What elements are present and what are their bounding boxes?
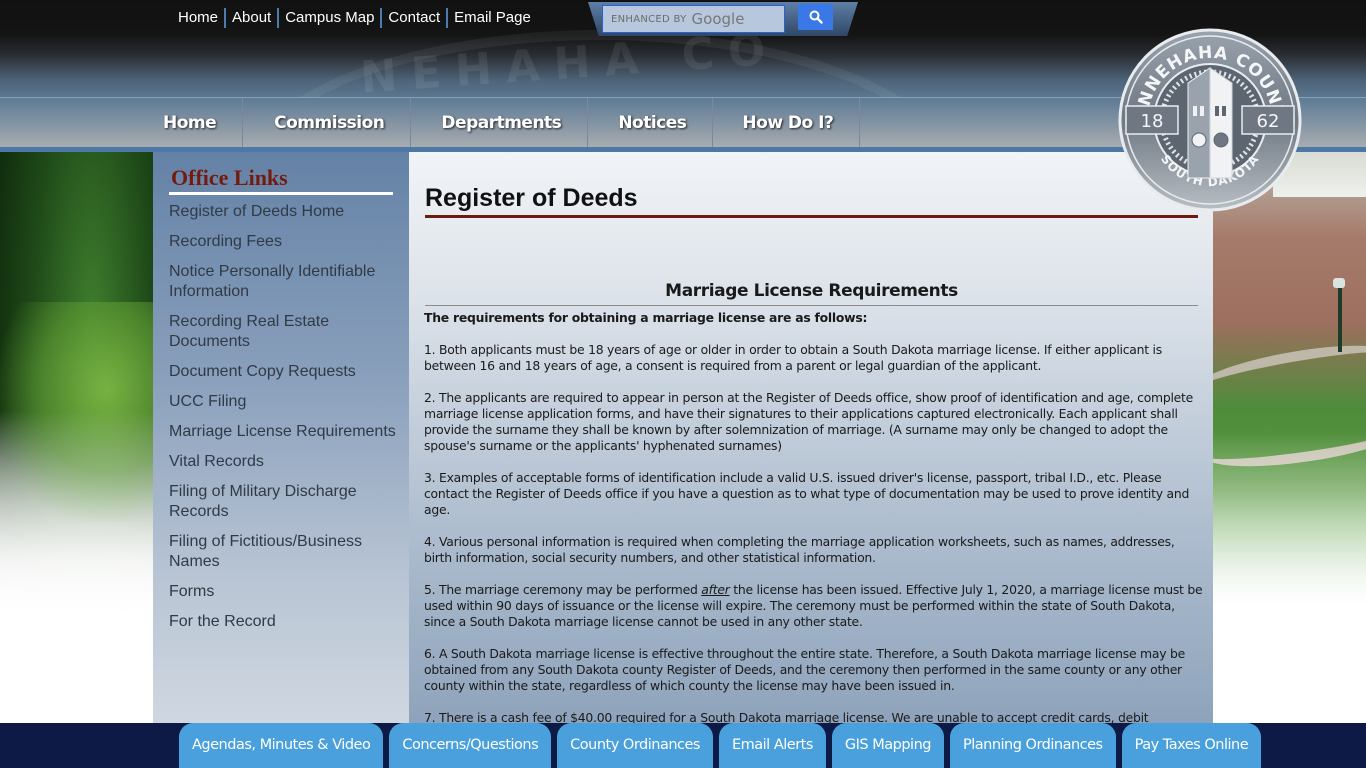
quick-link-agendas[interactable]: Agendas, Minutes & Video bbox=[179, 723, 384, 768]
search-icon bbox=[809, 10, 823, 24]
sidebar-item-vital-records[interactable]: Vital Records bbox=[169, 452, 397, 472]
sidebar-item-fictitious-business-names[interactable]: Filing of Fictitious/Business Names bbox=[169, 532, 397, 572]
quick-link-email-alerts[interactable]: Email Alerts bbox=[718, 723, 826, 768]
sidebar-divider bbox=[169, 192, 393, 195]
sidebar-item-marriage-license[interactable]: Marriage License Requirements bbox=[169, 422, 397, 442]
main-nav-departments[interactable]: Departments bbox=[411, 98, 589, 148]
requirement-paragraph: 6. A South Dakota marriage license is ef… bbox=[424, 646, 1185, 693]
quick-link-county-ordinances[interactable]: County Ordinances bbox=[557, 723, 713, 768]
photo-path bbox=[1213, 334, 1366, 410]
seal-year-right: 62 bbox=[1257, 111, 1280, 132]
county-seal-logo[interactable]: MINNEHAHA COUNTY SOUTH DAKOTA 18 62 bbox=[1118, 28, 1302, 212]
photo-lamppost bbox=[1338, 282, 1342, 352]
search-button[interactable] bbox=[798, 4, 833, 30]
search-placeholder-brand: Google bbox=[691, 10, 745, 28]
section-divider bbox=[425, 305, 1198, 306]
utility-link-campus-map[interactable]: Campus Map bbox=[277, 8, 380, 28]
page-title: Register of Deeds bbox=[425, 184, 638, 212]
sidebar-item-recording-real-estate[interactable]: Recording Real Estate Documents bbox=[169, 312, 397, 352]
office-links-sidebar: Office Links Register of Deeds Home Reco… bbox=[153, 152, 409, 723]
sidebar-title: Office Links bbox=[171, 165, 288, 190]
sidebar-item-register-of-deeds-home[interactable]: Register of Deeds Home bbox=[169, 202, 397, 222]
sidebar-item-forms[interactable]: Forms bbox=[169, 582, 397, 602]
utility-link-contact[interactable]: Contact bbox=[380, 8, 446, 28]
utility-nav: Home About Campus Map Contact Email Page bbox=[172, 8, 537, 28]
search-input[interactable]: ENHANCED BY Google bbox=[602, 5, 785, 33]
sidebar-item-for-the-record[interactable]: For the Record bbox=[169, 612, 397, 632]
requirements-intro: The requirements for obtaining a marriag… bbox=[424, 310, 868, 325]
utility-link-about[interactable]: About bbox=[224, 8, 277, 28]
quick-link-concerns[interactable]: Concerns/Questions bbox=[389, 723, 552, 768]
quick-link-pay-taxes[interactable]: Pay Taxes Online bbox=[1121, 723, 1262, 768]
sidebar-list: Register of Deeds Home Recording Fees No… bbox=[169, 202, 397, 642]
sidebar-item-ucc-filing[interactable]: UCC Filing bbox=[169, 392, 397, 412]
seal-year-left: 18 bbox=[1141, 111, 1164, 132]
main-content: Register of Deeds Marriage License Requi… bbox=[409, 152, 1213, 723]
p5-prefix: 5. The marriage ceremony may be performe… bbox=[424, 582, 702, 597]
title-divider bbox=[425, 215, 1198, 218]
sidebar-item-military-discharge[interactable]: Filing of Military Discharge Records bbox=[169, 482, 397, 522]
requirement-paragraph: 3. Examples of acceptable forms of ident… bbox=[424, 470, 1190, 517]
requirement-paragraph: 7. There is a cash fee of $40.00 require… bbox=[424, 710, 1149, 723]
section-heading: Marriage License Requirements bbox=[665, 281, 958, 301]
main-nav-commission[interactable]: Commission bbox=[243, 98, 412, 148]
main-nav-notices[interactable]: Notices bbox=[588, 98, 714, 148]
sidebar-item-notice-pii[interactable]: Notice Personally Identifiable Informati… bbox=[169, 262, 397, 302]
requirement-paragraph: 5. The marriage ceremony may be performe… bbox=[424, 582, 1204, 630]
main-nav-home[interactable]: Home bbox=[145, 98, 244, 148]
background-photo-falls-park bbox=[1213, 152, 1366, 722]
photo-fade bbox=[0, 412, 153, 722]
quick-link-gis-mapping[interactable]: GIS Mapping bbox=[831, 723, 944, 768]
utility-link-email-page[interactable]: Email Page bbox=[446, 8, 537, 28]
requirement-paragraph: 4. Various personal information is requi… bbox=[424, 534, 1175, 565]
search-placeholder-prefix: ENHANCED BY bbox=[611, 13, 687, 25]
utility-link-home[interactable]: Home bbox=[172, 8, 224, 28]
quick-link-planning-ordinances[interactable]: Planning Ordinances bbox=[949, 723, 1116, 768]
photo-fade bbox=[1213, 432, 1366, 722]
requirements-text: The requirements for obtaining a marriag… bbox=[424, 310, 1204, 723]
sidebar-item-document-copy-requests[interactable]: Document Copy Requests bbox=[169, 362, 397, 382]
requirement-paragraph: 2. The applicants are required to appear… bbox=[424, 390, 1194, 453]
main-nav-how-do-i[interactable]: How Do I? bbox=[713, 98, 861, 148]
requirement-paragraph: 1. Both applicants must be 18 years of a… bbox=[424, 342, 1162, 373]
sidebar-item-recording-fees[interactable]: Recording Fees bbox=[169, 232, 397, 252]
quick-links-bar: Agendas, Minutes & Video Concerns/Questi… bbox=[0, 723, 1366, 768]
background-photo-trees bbox=[0, 152, 153, 722]
quick-links: Agendas, Minutes & Video Concerns/Questi… bbox=[179, 723, 1262, 768]
p5-emphasis: after bbox=[701, 582, 730, 597]
photo-lamp bbox=[1333, 278, 1345, 288]
